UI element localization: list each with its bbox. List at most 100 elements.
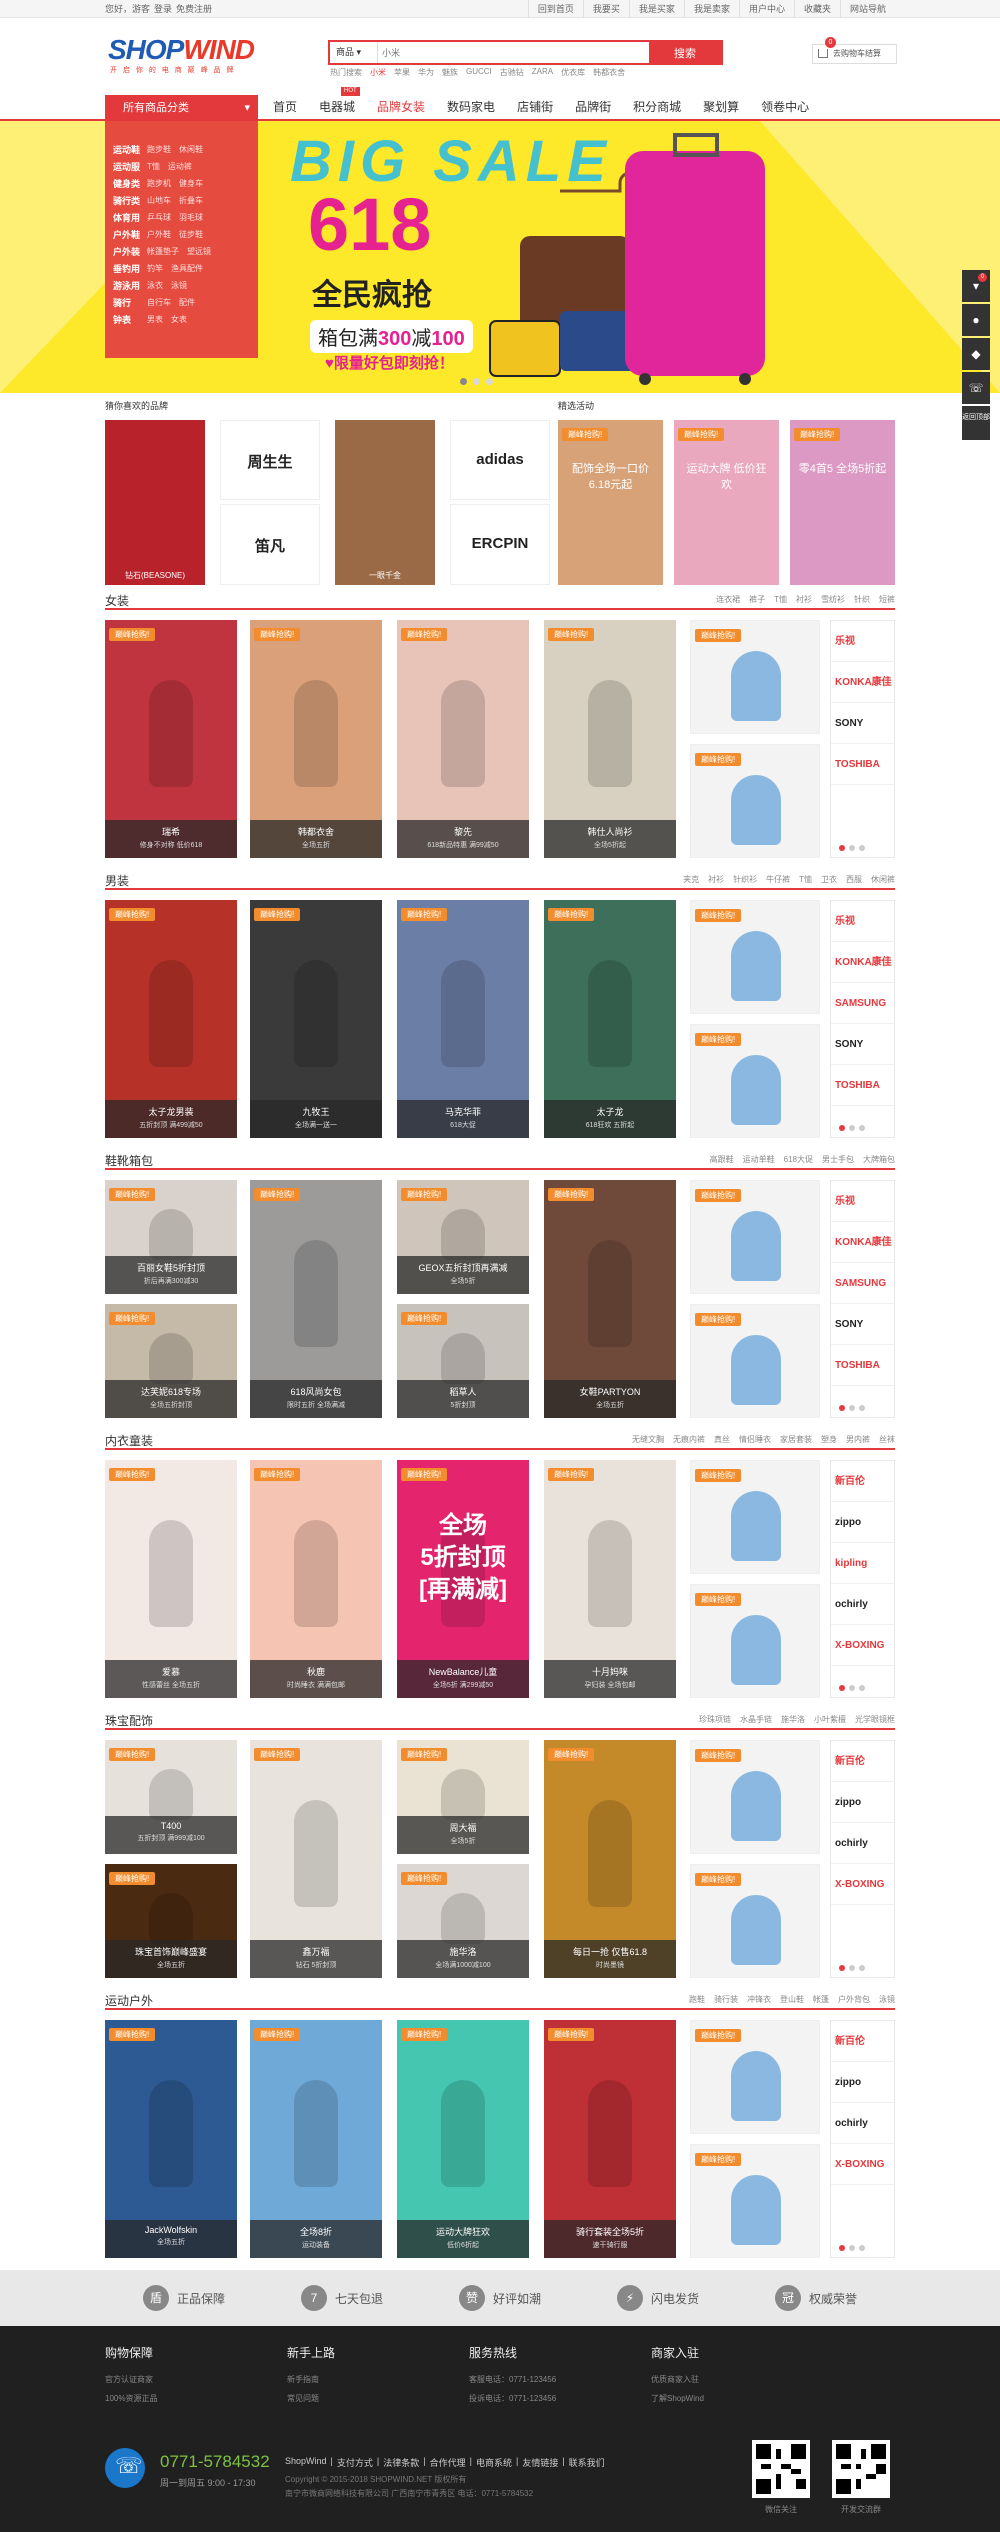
category-sub-link[interactable]: 折叠车 <box>179 195 203 206</box>
category-sub-link[interactable]: 自行车 <box>147 297 171 308</box>
product-tile[interactable]: 巅峰抢购! <box>690 1460 820 1574</box>
brand-tile[interactable]: 钻石(BEASONE) <box>105 420 205 585</box>
brand-logo-link[interactable]: KONKA康佳 <box>831 1222 894 1263</box>
brand-logo-link[interactable]: 乐视 <box>831 1181 894 1222</box>
category-name[interactable]: 钟表 <box>113 313 139 326</box>
floor-keyword-link[interactable]: 衬衫 <box>796 594 812 605</box>
slider-dot[interactable] <box>859 1125 865 1131</box>
product-tile[interactable]: 巅峰抢购! <box>690 1740 820 1854</box>
top-link[interactable]: 用户中心 <box>738 0 794 18</box>
slider-dot[interactable] <box>859 2245 865 2251</box>
category-sub-link[interactable]: 望远镜 <box>187 246 211 257</box>
category-name[interactable]: 健身类 <box>113 177 140 190</box>
brand-logo-link[interactable]: KONKA康佳 <box>831 942 894 983</box>
floor-keyword-link[interactable]: 跑鞋 <box>689 1994 705 2005</box>
floor-keyword-link[interactable]: 无缝文胸 <box>632 1434 664 1445</box>
floor-keyword-link[interactable]: 运动单鞋 <box>743 1154 775 1165</box>
category-name[interactable]: 游泳用 <box>113 279 140 292</box>
promo-card[interactable]: 巅峰抢购! 黎先 618新品特惠 满99减50 <box>397 620 529 858</box>
floor-keyword-link[interactable]: 夹克 <box>683 874 699 885</box>
category-sub-link[interactable]: 帐篷垫子 <box>147 246 179 257</box>
category-row[interactable]: 户外鞋 户外鞋 徒步鞋 <box>105 226 258 243</box>
category-sub-link[interactable]: 钓竿 <box>147 263 163 274</box>
floor-keyword-link[interactable]: 618大促 <box>784 1154 813 1165</box>
category-name[interactable]: 体育用 <box>113 211 140 224</box>
logo[interactable]: SHOPWIND <box>108 34 255 66</box>
nav-item[interactable]: 聚划算 <box>692 95 750 119</box>
floor-keyword-link[interactable]: 光学眼镜框 <box>855 1714 895 1725</box>
category-sub-link[interactable]: 健身车 <box>179 178 203 189</box>
floor-keyword-link[interactable]: 连衣裙 <box>716 594 740 605</box>
activity-tile[interactable]: 零4首5 全场5折起 巅峰抢购! <box>790 420 895 585</box>
category-name[interactable]: 运动服 <box>113 160 140 173</box>
slider-dot[interactable] <box>849 2245 855 2251</box>
phone-icon[interactable]: ☏ <box>962 372 990 404</box>
nav-item[interactable]: 数码家电 <box>436 95 506 119</box>
footer-link[interactable]: 了解ShopWind <box>651 2389 831 2408</box>
category-name[interactable]: 户外鞋 <box>113 228 140 241</box>
promo-card[interactable]: 巅峰抢购! 韩仕人尚衫 全场5折起 <box>544 620 676 858</box>
cart-icon[interactable]: ▾ 0 <box>962 270 990 302</box>
product-tile[interactable]: 巅峰抢购! <box>690 1180 820 1294</box>
category-sub-link[interactable]: T恤 <box>147 161 160 172</box>
slider-dot[interactable] <box>839 1405 845 1411</box>
footer-nav-link[interactable]: 电商系统 <box>476 2456 512 2469</box>
nav-item[interactable]: 品牌街 <box>564 95 622 119</box>
category-row[interactable]: 骑行 自行车 配件 <box>105 294 258 311</box>
promo-card[interactable]: 巅峰抢购! 全场 5折封顶 [再满减] NewBalance儿童 全场5折 满299减50 <box>397 1460 529 1698</box>
hot-word-link[interactable]: 优衣库 <box>561 67 585 78</box>
footer-nav-link[interactable]: 支付方式 <box>337 2456 373 2469</box>
brand-tile[interactable]: 周生生 <box>220 420 320 500</box>
footer-link[interactable]: 投诉电话：0771-123456 <box>469 2389 649 2408</box>
brand-logo-link[interactable]: 新百伦 <box>831 1461 894 1502</box>
promo-card[interactable]: 巅峰抢购! 百丽女鞋5折封顶 折后再满300减30 <box>105 1180 237 1294</box>
hot-word-link[interactable]: 华为 <box>418 67 434 78</box>
brand-logo-link[interactable]: SONY <box>831 1024 894 1065</box>
category-sub-link[interactable]: 户外鞋 <box>147 229 171 240</box>
promo-card[interactable]: 巅峰抢购! 施华洛 全场满1000减100 <box>397 1864 529 1978</box>
nav-item[interactable]: 领卷中心 <box>750 95 820 119</box>
hot-word-link[interactable]: 古驰钻 <box>500 67 524 78</box>
promo-card[interactable]: 巅峰抢购! 太子龙 618狂欢 五折起 <box>544 900 676 1138</box>
category-row[interactable]: 游泳用 泳衣 泳镜 <box>105 277 258 294</box>
floor-keyword-link[interactable]: 裤子 <box>749 594 765 605</box>
brand-logo-link[interactable]: ochirly <box>831 2103 894 2144</box>
slider-dot[interactable] <box>849 1965 855 1971</box>
floor-keyword-link[interactable]: 牛仔裤 <box>766 874 790 885</box>
brand-logo-link[interactable]: SONY <box>831 703 894 744</box>
category-sub-link[interactable]: 跑步鞋 <box>147 144 171 155</box>
promo-card[interactable]: 巅峰抢购! 九牧王 全场满一送一 <box>250 900 382 1138</box>
nav-item[interactable]: 积分商城 <box>622 95 692 119</box>
category-name[interactable]: 骑行类 <box>113 194 140 207</box>
category-row[interactable]: 健身类 跑步机 健身车 <box>105 175 258 192</box>
top-link[interactable]: 网站导航 <box>839 0 895 18</box>
cart-button[interactable]: 0 去购物车结算 <box>812 37 897 64</box>
category-row[interactable]: 体育用 乒乓球 羽毛球 <box>105 209 258 226</box>
slider-dot[interactable] <box>859 1405 865 1411</box>
slider-dot[interactable] <box>849 1685 855 1691</box>
carousel-dot[interactable] <box>473 378 480 385</box>
category-sub-link[interactable]: 男表 <box>147 314 163 325</box>
top-link[interactable]: 我是卖家 <box>683 0 739 18</box>
floor-keyword-link[interactable]: 丝袜 <box>879 1434 895 1445</box>
category-sub-link[interactable]: 渔具配件 <box>171 263 203 274</box>
footer-nav-link[interactable]: 友情链接 <box>522 2456 558 2469</box>
footer-nav-link[interactable]: ShopWind <box>285 2456 327 2469</box>
activity-tile[interactable]: 运动大牌 低价狂欢 巅峰抢购! <box>674 420 779 585</box>
category-sub-link[interactable]: 泳镜 <box>171 280 187 291</box>
brand-tile[interactable]: ERCPIN <box>450 504 550 585</box>
promo-card[interactable]: 巅峰抢购! JackWolfskin 全场五折 <box>105 2020 237 2258</box>
category-sub-link[interactable]: 运动裤 <box>168 161 192 172</box>
top-link[interactable]: 回到首页 <box>527 0 583 18</box>
brand-logo-link[interactable]: zippo <box>831 2062 894 2103</box>
search-button[interactable]: 搜索 <box>649 42 721 63</box>
brand-tile[interactable]: 笛凡 <box>220 504 320 585</box>
floor-keyword-link[interactable]: 骑行装 <box>714 1994 738 2005</box>
brand-tile[interactable]: 一眼千金 <box>335 420 435 585</box>
promo-card[interactable]: 巅峰抢购! 骑行套装全场5折 速干骑行服 <box>544 2020 676 2258</box>
category-row[interactable]: 钟表 男表 女表 <box>105 311 258 328</box>
floor-keyword-link[interactable]: 真丝 <box>714 1434 730 1445</box>
footer-nav-link[interactable]: 法律条款 <box>383 2456 419 2469</box>
brand-logo-link[interactable]: 新百伦 <box>831 2021 894 2062</box>
floor-keyword-link[interactable]: 家居套装 <box>780 1434 812 1445</box>
